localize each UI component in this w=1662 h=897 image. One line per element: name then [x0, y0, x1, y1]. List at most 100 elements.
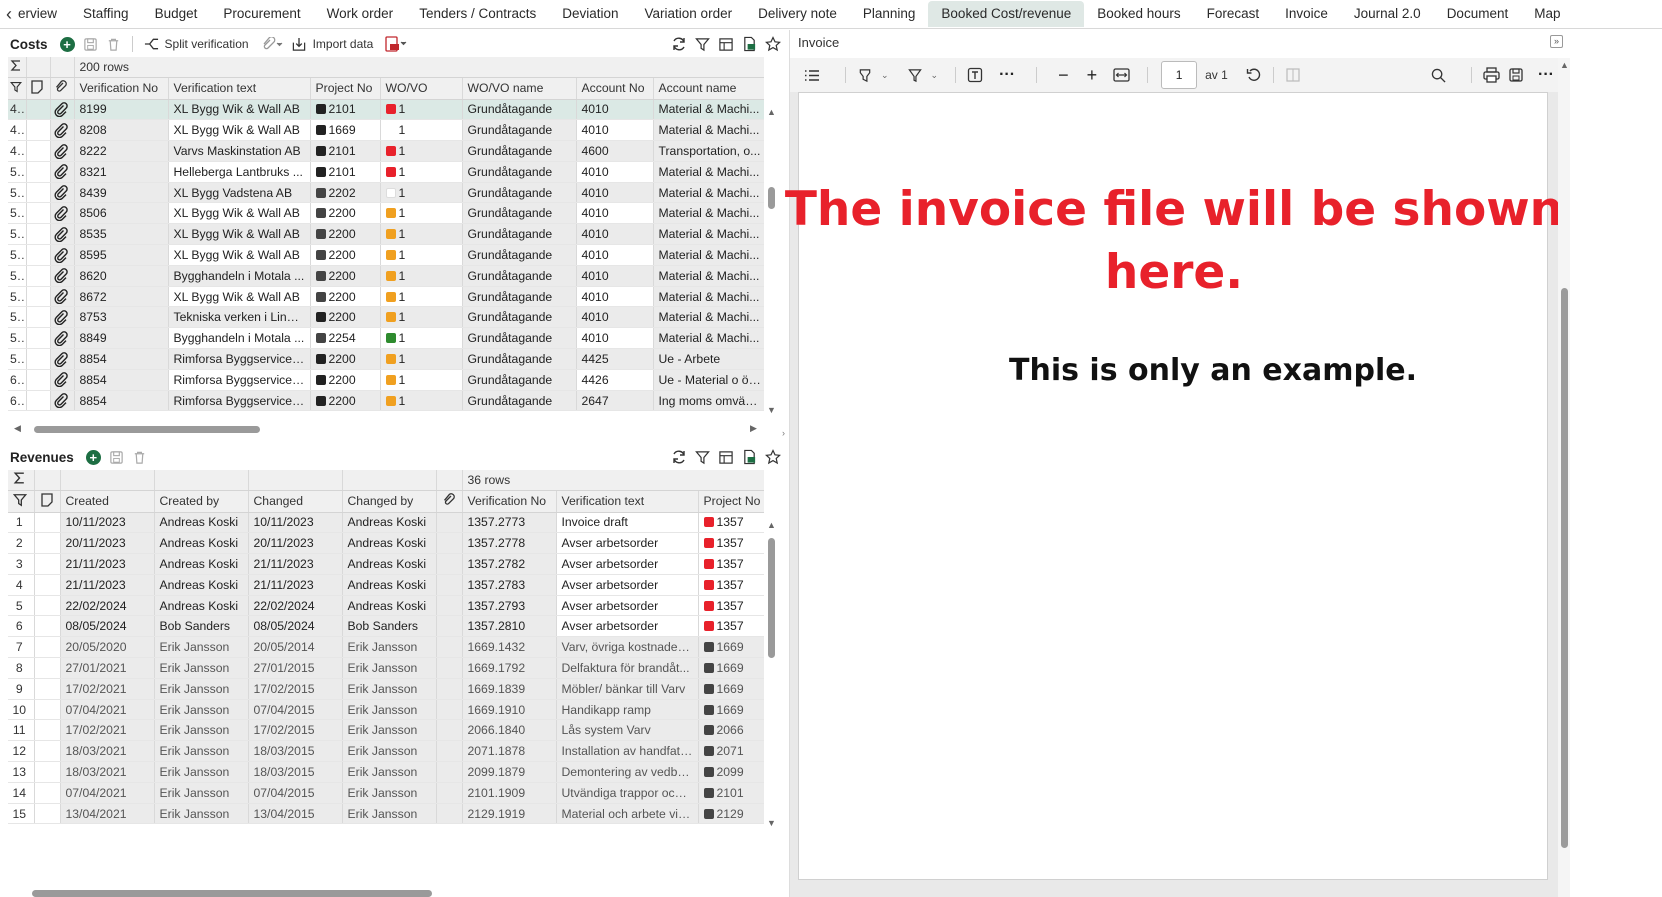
column-header[interactable]: Verification No	[74, 77, 169, 100]
row-checkbox[interactable]	[26, 140, 51, 162]
save-icon[interactable]	[109, 450, 124, 465]
column-header[interactable]: WO/VO name	[462, 77, 577, 100]
row-checkbox[interactable]	[34, 740, 61, 763]
tab-work-order[interactable]: Work order	[314, 1, 407, 27]
add-icon[interactable]: +	[59, 36, 75, 52]
tab-procurement[interactable]: Procurement	[210, 1, 313, 27]
row-checkbox[interactable]	[34, 615, 61, 638]
costs-horizontal-scrollbar[interactable]: ◀ ▶	[8, 423, 764, 435]
filter-icon[interactable]	[695, 37, 710, 52]
column-header[interactable]: Verification No	[462, 490, 557, 513]
import-icon[interactable]	[291, 37, 307, 52]
revenues-horizontal-scrollbar[interactable]	[8, 889, 764, 897]
tab-budget[interactable]: Budget	[142, 1, 211, 27]
table-row[interactable]: 51 8439 XL Bygg Vadstena AB 2202 1 Grundåtaga…	[8, 182, 764, 204]
paperclip-icon[interactable]	[50, 369, 75, 391]
table-row[interactable]: 48 8208 XL Bygg Wik & Wall AB 1669 1 Grundåta…	[8, 119, 764, 142]
table-row[interactable]: 57 8753 Tekniska verken i Linkö... 2200 1 Gru…	[8, 306, 764, 329]
table-row[interactable]: 7 20/05/2020 Erik Jansson 20/05/2014 Erik Ja…	[8, 636, 764, 659]
select-all-checkbox[interactable]	[34, 490, 61, 513]
column-header[interactable]: Verification text	[556, 490, 699, 513]
row-checkbox[interactable]	[26, 161, 51, 183]
column-filter-icon[interactable]	[8, 77, 27, 100]
text-tool-icon[interactable]	[967, 67, 983, 83]
table-row[interactable]: 2 20/11/2023 Andreas Koski 20/11/2023 Andrea…	[8, 532, 764, 555]
table-row[interactable]: 3 21/11/2023 Andreas Koski 21/11/2023 Andrea…	[8, 553, 764, 575]
row-checkbox[interactable]	[34, 657, 61, 679]
column-header[interactable]: Changed	[248, 490, 343, 513]
table-row[interactable]: 13 18/03/2021 Erik Jansson 18/03/2015 Erik J…	[8, 761, 764, 783]
paperclip-icon[interactable]	[50, 327, 75, 350]
column-filter-icon[interactable]	[8, 490, 35, 513]
column-header[interactable]: Verification text	[168, 77, 311, 100]
row-checkbox[interactable]	[26, 369, 51, 391]
import-data-button[interactable]: Import data	[313, 37, 374, 51]
chevron-down-icon[interactable]: ⌄	[881, 70, 889, 81]
tab-planning[interactable]: Planning	[850, 1, 929, 27]
fit-width-icon[interactable]	[1113, 68, 1130, 82]
table-row[interactable]: 4 21/11/2023 Andreas Koski 21/11/2023 Andrea…	[8, 574, 764, 596]
row-checkbox[interactable]	[26, 348, 51, 370]
row-checkbox[interactable]	[34, 678, 61, 700]
row-checkbox[interactable]	[26, 223, 51, 246]
revenues-vertical-scrollbar[interactable]: ▲ ▼	[765, 520, 777, 832]
table-row[interactable]: 11 17/02/2021 Erik Jansson 17/02/2015 Erik J…	[8, 719, 764, 742]
column-header[interactable]: Account No	[576, 77, 654, 100]
favorite-star-icon[interactable]	[765, 36, 781, 52]
select-all-checkbox[interactable]	[26, 77, 51, 100]
row-checkbox[interactable]	[26, 286, 51, 308]
tab-map[interactable]: Map	[1521, 1, 1573, 27]
column-header[interactable]: Account name	[653, 77, 764, 100]
table-row[interactable]: 52 8506 XL Bygg Wik & Wall AB 2200 1 Grundåta…	[8, 202, 764, 225]
paperclip-icon[interactable]	[50, 140, 75, 162]
paperclip-icon[interactable]	[50, 306, 75, 329]
table-row[interactable]: 53 8535 XL Bygg Wik & Wall AB 2200 1 Grundåta…	[8, 223, 764, 246]
row-checkbox[interactable]	[34, 782, 61, 804]
row-checkbox[interactable]	[34, 595, 61, 617]
table-row[interactable]: 55 8620 Bygghandeln i Motala ... 2200 1 Grund…	[8, 265, 764, 287]
tab-delivery-note[interactable]: Delivery note	[745, 1, 850, 27]
row-checkbox[interactable]	[26, 244, 51, 266]
add-icon[interactable]: +	[85, 449, 101, 465]
tab-erview[interactable]: erview	[16, 1, 70, 27]
draw-icon[interactable]	[907, 68, 923, 83]
sum-icon[interactable]	[8, 57, 27, 78]
paperclip-icon[interactable]	[50, 348, 75, 370]
table-row[interactable]: 49 8222 Varvs Maskinstation AB 2101 1 Grundåt…	[8, 140, 764, 162]
column-header[interactable]: Created by	[154, 490, 249, 513]
row-checkbox[interactable]	[26, 202, 51, 225]
table-row[interactable]: 10 07/04/2021 Erik Jansson 07/04/2015 Erik J…	[8, 699, 764, 721]
tab-tenders-contracts[interactable]: Tenders / Contracts	[406, 1, 549, 27]
table-row[interactable]: 15 13/04/2021 Erik Jansson 13/04/2015 Erik J…	[8, 803, 764, 825]
search-icon[interactable]	[1431, 68, 1446, 83]
refresh-icon[interactable]	[671, 36, 687, 52]
attachment-dropdown-icon[interactable]	[261, 37, 283, 51]
table-row[interactable]: 6 08/05/2024 Bob Sanders 08/05/2024 Bob Sand…	[8, 615, 764, 638]
column-header[interactable]: Changed by	[342, 490, 437, 513]
column-header[interactable]: WO/VO	[380, 77, 463, 100]
table-row[interactable]: 5 22/02/2024 Andreas Koski 22/02/2024 Andrea…	[8, 595, 764, 617]
row-checkbox[interactable]	[26, 327, 51, 350]
print-icon[interactable]	[1483, 67, 1500, 83]
save-icon[interactable]	[1508, 67, 1524, 83]
tab-invoice[interactable]: Invoice	[1272, 1, 1341, 27]
refresh-icon[interactable]	[671, 449, 687, 465]
table-row[interactable]: 47 8199 XL Bygg Wik & Wall AB 2101 1 Grundåta…	[8, 99, 764, 121]
split-icon[interactable]	[144, 37, 159, 51]
row-checkbox[interactable]	[34, 719, 61, 742]
page-number-input[interactable]: 1	[1161, 61, 1198, 89]
table-settings-icon[interactable]	[718, 450, 734, 465]
row-checkbox[interactable]	[34, 761, 61, 783]
pdf-export-icon[interactable]	[385, 36, 407, 52]
row-checkbox[interactable]	[26, 182, 51, 204]
column-header[interactable]: Project No	[310, 77, 381, 100]
table-row[interactable]: 58 8849 Bygghandeln i Motala ... 2254 1 Grund…	[8, 327, 764, 350]
attachment-column-icon[interactable]	[436, 490, 463, 513]
outline-list-icon[interactable]	[804, 69, 820, 82]
paperclip-icon[interactable]	[50, 161, 75, 183]
zoom-in-icon[interactable]: +	[1087, 65, 1098, 86]
more-options-icon[interactable]: ···	[1538, 66, 1554, 84]
paperclip-icon[interactable]	[50, 265, 75, 287]
table-row[interactable]: 54 8595 XL Bygg Wik & Wall AB 2200 1 Grundåta…	[8, 244, 764, 266]
tab-staffing[interactable]: Staffing	[70, 1, 142, 27]
